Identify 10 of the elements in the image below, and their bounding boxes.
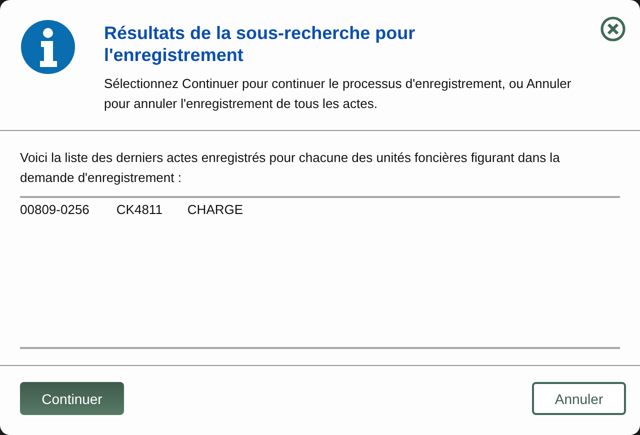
close-icon[interactable] [600, 16, 626, 42]
cancel-button[interactable]: Annuler [532, 382, 626, 415]
dialog-title: Résultats de la sous-recherche pour l'enregistrement [104, 22, 416, 66]
dialog-message: Sélectionnez Continuer pour continuer le processus d'enregistrement, ou Annuler pour annuler l'enregistrement de tous les actes. [104, 75, 572, 113]
continue-button[interactable]: Continuer [20, 382, 124, 415]
info-icon [20, 19, 76, 75]
table-cell: 00809-0256 [20, 201, 90, 219]
table-cell: CHARGE [187, 201, 244, 219]
intro-text: Voici la liste des derniers actes enregistrés pour chacune des unités foncières figurant dans la demande d'enregistrement : [20, 149, 561, 187]
table-cell: CK4811 [116, 201, 162, 219]
